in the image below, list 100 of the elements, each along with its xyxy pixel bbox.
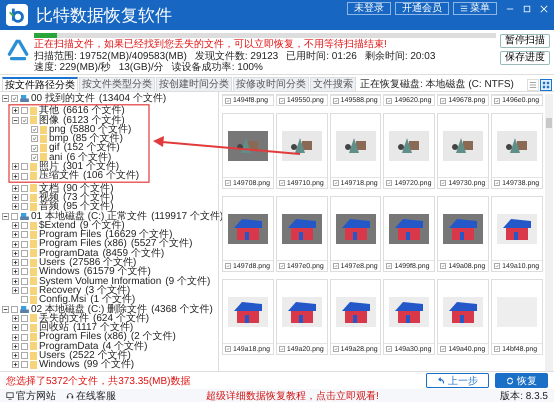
- tab[interactable]: 按修改时间分类: [233, 77, 309, 91]
- expand-toggle[interactable]: [12, 342, 19, 350]
- close-icon[interactable]: [540, 4, 548, 12]
- header-button[interactable]: 未登录: [347, 2, 391, 15]
- checkbox[interactable]: [21, 314, 28, 322]
- checkbox[interactable]: [21, 268, 28, 276]
- checkbox[interactable]: [21, 231, 28, 238]
- expand-toggle[interactable]: [12, 163, 19, 170]
- checkbox[interactable]: [21, 250, 28, 257]
- checkbox[interactable]: [11, 95, 18, 102]
- checkbox[interactable]: [494, 98, 500, 104]
- back-button[interactable]: 上一步: [426, 373, 489, 388]
- checkbox[interactable]: [31, 144, 38, 152]
- tree-item[interactable]: ProgramData: [39, 248, 98, 258]
- expand-toggle[interactable]: [12, 314, 19, 322]
- tree-item[interactable]: gif: [49, 143, 60, 153]
- tree-item[interactable]: 丢失的文件: [39, 314, 89, 324]
- checkbox[interactable]: [386, 180, 392, 186]
- tree-item[interactable]: png: [49, 124, 66, 134]
- checkbox[interactable]: [494, 180, 500, 186]
- scan-button[interactable]: 保存进度: [500, 51, 550, 65]
- checkbox[interactable]: [21, 259, 28, 266]
- recover-button[interactable]: 恢复: [495, 373, 548, 388]
- expand-toggle[interactable]: [12, 222, 19, 229]
- checkbox[interactable]: [494, 263, 500, 269]
- collapse-toggle[interactable]: [12, 116, 19, 124]
- checkbox[interactable]: [21, 107, 28, 114]
- checkbox[interactable]: [440, 346, 446, 352]
- checkbox[interactable]: [386, 346, 392, 352]
- expand-toggle[interactable]: [12, 240, 19, 248]
- checkbox[interactable]: [21, 361, 28, 368]
- expand-toggle[interactable]: [12, 107, 19, 114]
- checkbox[interactable]: [31, 126, 38, 134]
- checkbox[interactable]: [21, 163, 28, 170]
- tab[interactable]: 按创建时间分类: [156, 77, 232, 91]
- collapse-toggle[interactable]: [2, 212, 9, 220]
- tree-item[interactable]: 压缩文件: [39, 171, 79, 181]
- checkbox[interactable]: [494, 346, 500, 352]
- tree-item[interactable]: 视频: [39, 192, 59, 202]
- tree-item[interactable]: Program Files (x86): [39, 332, 127, 342]
- expand-toggle[interactable]: [12, 259, 19, 266]
- collapse-toggle[interactable]: [2, 95, 9, 102]
- tree-item[interactable]: Users: [39, 258, 66, 268]
- expand-toggle[interactable]: [12, 184, 19, 192]
- checkbox[interactable]: [386, 98, 392, 104]
- checkbox[interactable]: [31, 135, 38, 142]
- tree-item[interactable]: Recovery: [39, 286, 82, 296]
- checkbox[interactable]: [332, 98, 339, 104]
- checkbox[interactable]: [225, 180, 231, 186]
- expand-toggle[interactable]: [12, 287, 19, 294]
- checkbox[interactable]: [440, 98, 446, 104]
- tree-item[interactable]: 文档: [39, 184, 59, 193]
- checkbox[interactable]: [11, 306, 18, 313]
- tree-item[interactable]: 图像: [39, 116, 59, 125]
- expand-toggle[interactable]: [12, 231, 19, 238]
- checkbox[interactable]: [386, 263, 392, 269]
- checkbox[interactable]: [332, 180, 339, 186]
- checkbox[interactable]: [21, 194, 28, 202]
- tree-item[interactable]: 照片: [39, 162, 59, 172]
- checkbox[interactable]: [278, 98, 285, 104]
- checkbox[interactable]: [278, 263, 285, 269]
- expand-toggle[interactable]: [12, 268, 19, 276]
- checkbox[interactable]: [21, 184, 28, 192]
- expand-toggle[interactable]: [12, 352, 19, 360]
- checkbox[interactable]: [332, 263, 339, 269]
- tab[interactable]: 按文件路径分类: [2, 77, 78, 91]
- tab[interactable]: 文件搜索: [310, 77, 356, 91]
- tree-item[interactable]: System Volume Information: [39, 276, 162, 286]
- tree-item[interactable]: Program Files (x86): [39, 239, 127, 249]
- header-button[interactable]: 开通会员: [395, 2, 449, 15]
- checkbox[interactable]: [440, 263, 446, 269]
- checkbox[interactable]: [21, 352, 28, 360]
- collapse-toggle[interactable]: [2, 306, 9, 313]
- tree-item[interactable]: Windows: [39, 267, 80, 277]
- scan-button[interactable]: 暂停扫描: [500, 34, 550, 48]
- checkbox[interactable]: [440, 180, 446, 186]
- checkbox[interactable]: [31, 154, 38, 161]
- grid-view-button[interactable]: [540, 79, 552, 91]
- checkbox[interactable]: [21, 287, 28, 294]
- expand-toggle[interactable]: [12, 203, 19, 210]
- scrollbar-thumb[interactable]: [546, 118, 552, 128]
- checkbox[interactable]: [21, 172, 28, 180]
- tutorial-link[interactable]: 超级详细数据恢复教程，点击立即观看!: [206, 388, 379, 402]
- checkbox[interactable]: [278, 180, 285, 186]
- checkbox[interactable]: [21, 240, 28, 248]
- expand-toggle[interactable]: [12, 194, 19, 202]
- checkbox[interactable]: [21, 222, 28, 229]
- checkbox[interactable]: [21, 203, 28, 210]
- tree-item[interactable]: 01 本地磁盘 (C:) 正常文件: [31, 212, 148, 221]
- checkbox[interactable]: [21, 296, 28, 304]
- tree-item[interactable]: 02 本地磁盘 (C:) 删除文件: [31, 304, 148, 314]
- checkbox[interactable]: [225, 98, 231, 104]
- tree-item[interactable]: 其他: [39, 106, 59, 116]
- expand-toggle[interactable]: [12, 324, 19, 332]
- checkbox[interactable]: [225, 263, 231, 269]
- scrollbar[interactable]: [545, 94, 553, 371]
- tree-item[interactable]: ProgramData: [39, 342, 98, 352]
- tree-item[interactable]: Config.Msi: [39, 295, 86, 305]
- tab[interactable]: 按文件类型分类: [79, 77, 155, 91]
- support-link[interactable]: 在线客服: [66, 388, 116, 402]
